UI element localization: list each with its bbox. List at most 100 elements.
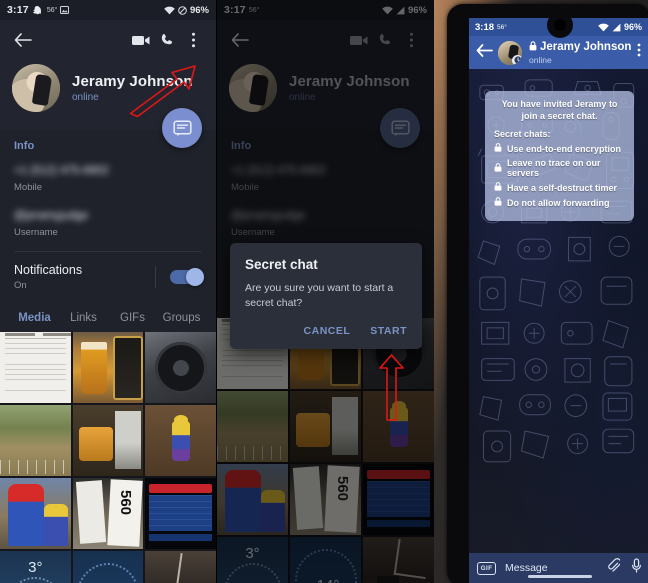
- avatar[interactable]: [498, 40, 522, 65]
- battery-percent-3: 96%: [623, 22, 642, 32]
- lock-icon: [494, 143, 502, 154]
- profile-name: Jeramy Johnson: [72, 73, 193, 90]
- phone-bezel: 3:18 56° 96% Jeramy Johnson online You h…: [447, 4, 648, 583]
- media-thumb-forest-trail[interactable]: [0, 405, 71, 476]
- media-thumb-mailbox[interactable]: 560: [72, 478, 144, 549]
- start-button[interactable]: START: [370, 325, 407, 337]
- mobile-number: +1 (512) 475-6902: [14, 165, 109, 177]
- status-time-3: 3:18: [475, 21, 495, 33]
- media-thumb-weather-3[interactable]: 3°: [0, 551, 71, 583]
- notifications-state: On: [14, 280, 27, 291]
- phone-panel-secret-chat-dialog: 3:17 56° 96%: [217, 0, 434, 583]
- dialog-message: Are you sure you want to start a secret …: [245, 282, 394, 310]
- input-bar-icons: [607, 558, 642, 578]
- lock-icon: [494, 197, 502, 208]
- system-message-headline: You have invited Jeramy to join a secret…: [501, 99, 618, 122]
- message-input-bar[interactable]: GIF Message: [469, 553, 648, 583]
- message-input-placeholder[interactable]: Message: [505, 562, 548, 574]
- info-row-username[interactable]: @jeramyjudge Username: [14, 206, 202, 238]
- system-message-subhead: Secret chats:: [494, 129, 551, 140]
- media-thumb-garage[interactable]: [145, 551, 216, 583]
- media-thumb-mario[interactable]: [0, 478, 71, 549]
- secret-chat-feature-item: Use end-to-end encryption: [494, 143, 625, 154]
- media-tabs: Media Links GIFs Groups: [0, 305, 216, 332]
- wifi-icon: [164, 6, 175, 15]
- overflow-menu-icon[interactable]: [180, 27, 206, 53]
- media-thumb-weather-minus14[interactable]: -14°: [72, 551, 144, 583]
- username-value: @jeramyjudge: [14, 210, 89, 222]
- microphone-icon[interactable]: [631, 558, 642, 578]
- status-right-icons: 96%: [164, 5, 209, 16]
- lock-icon: [494, 182, 502, 193]
- notifications-text: Notifications On: [14, 263, 82, 291]
- back-arrow-icon[interactable]: [10, 27, 36, 53]
- signal-icon: [612, 23, 621, 32]
- wifi-icon: [598, 23, 609, 32]
- dialog-title: Secret chat: [245, 257, 318, 272]
- tab-groups[interactable]: Groups: [157, 305, 206, 332]
- chat-contact-status: online: [529, 54, 552, 65]
- secret-chat-system-message: You have invited Jeramy to join a secret…: [485, 91, 634, 222]
- username-label: Username: [14, 227, 58, 238]
- status-right-icons-3: 96%: [598, 22, 642, 32]
- media-thumb-whiskey[interactable]: [72, 405, 144, 476]
- phone-panel-profile: 3:17 56° 96% Jeramy Johnson online Info …: [0, 0, 216, 583]
- message-fab[interactable]: [162, 108, 202, 148]
- tab-links[interactable]: Links: [59, 305, 108, 332]
- dnd-icon: [178, 5, 187, 15]
- secret-chat-feature-item: Leave no trace on our servers: [494, 158, 625, 178]
- tab-media[interactable]: Media: [10, 305, 59, 332]
- profile-name-block: Jeramy Johnson online: [72, 73, 193, 103]
- mailbox-number-text-2: 560: [334, 475, 352, 502]
- dialog-actions: CANCEL START: [245, 325, 407, 341]
- mobile-label: Mobile: [14, 182, 42, 193]
- video-call-icon[interactable]: [128, 27, 154, 53]
- media-thumb-document[interactable]: [0, 332, 71, 403]
- system-navigation-bar: [527, 575, 592, 578]
- snapchat-icon: [32, 5, 43, 15]
- chat-header: Jeramy Johnson online: [469, 36, 648, 69]
- profile-identity-row[interactable]: Jeramy Johnson online: [0, 60, 216, 112]
- media-thumb-weather-chart[interactable]: [145, 478, 216, 549]
- notifications-label: Notifications: [14, 263, 83, 277]
- chat-title-block: Jeramy Johnson online: [529, 40, 632, 65]
- info-row-mobile[interactable]: +1 (512) 475-6902 Mobile: [14, 161, 202, 193]
- media-thumb-wolverine[interactable]: [145, 405, 216, 476]
- info-section: Info +1 (512) 475-6902 Mobile @jeramyjud…: [0, 130, 216, 305]
- back-arrow-icon[interactable]: [476, 43, 493, 62]
- notifications-toggle[interactable]: [170, 268, 204, 286]
- cancel-button[interactable]: CANCEL: [304, 325, 351, 337]
- secret-chat-feature-item: Have a self-destruct timer: [494, 182, 625, 193]
- feature-text: Do not allow forwarding: [507, 197, 610, 208]
- status-temperature-3: 56°: [497, 23, 507, 31]
- profile-toolbar: [0, 20, 216, 60]
- toggle-knob: [186, 268, 204, 286]
- profile-status: online: [72, 92, 99, 103]
- notifications-row[interactable]: Notifications On: [14, 263, 204, 305]
- photo-icon: [60, 6, 70, 14]
- notifications-separator: [155, 266, 156, 288]
- phone-call-icon[interactable]: [154, 27, 180, 53]
- media-thumb-beer[interactable]: [72, 332, 144, 403]
- status-time: 3:17: [7, 4, 29, 16]
- info-divider: [14, 251, 202, 252]
- secret-chat-dialog: Secret chat Are you sure you want to sta…: [230, 243, 422, 350]
- mailbox-number-text: 560: [116, 489, 134, 516]
- phone-photo-panel-secret-chat: 3:18 56° 96% Jeramy Johnson online You h…: [434, 0, 648, 583]
- gif-button[interactable]: GIF: [477, 561, 496, 575]
- overflow-menu-icon[interactable]: [637, 43, 643, 62]
- feature-text: Use end-to-end encryption: [507, 143, 622, 154]
- tab-gifs[interactable]: GIFs: [108, 305, 157, 332]
- phone-screen: 3:18 56° 96% Jeramy Johnson online You h…: [469, 18, 648, 583]
- screenshot-root: 3:17 56° 96% Jeramy Johnson online Info …: [0, 0, 648, 583]
- feature-text: Have a self-destruct timer: [507, 182, 618, 193]
- status-bar-panel3: 3:18 56° 96%: [469, 18, 648, 38]
- avatar[interactable]: [12, 64, 60, 112]
- chat-contact-name: Jeramy Johnson: [540, 41, 632, 53]
- profile-header: Jeramy Johnson online: [0, 20, 216, 148]
- lock-icon: [494, 162, 502, 174]
- secret-chat-feature-item: Do not allow forwarding: [494, 197, 625, 208]
- paperclip-icon[interactable]: [607, 558, 622, 578]
- media-thumb-smartwatch[interactable]: [145, 332, 216, 403]
- battery-percent: 96%: [189, 4, 209, 16]
